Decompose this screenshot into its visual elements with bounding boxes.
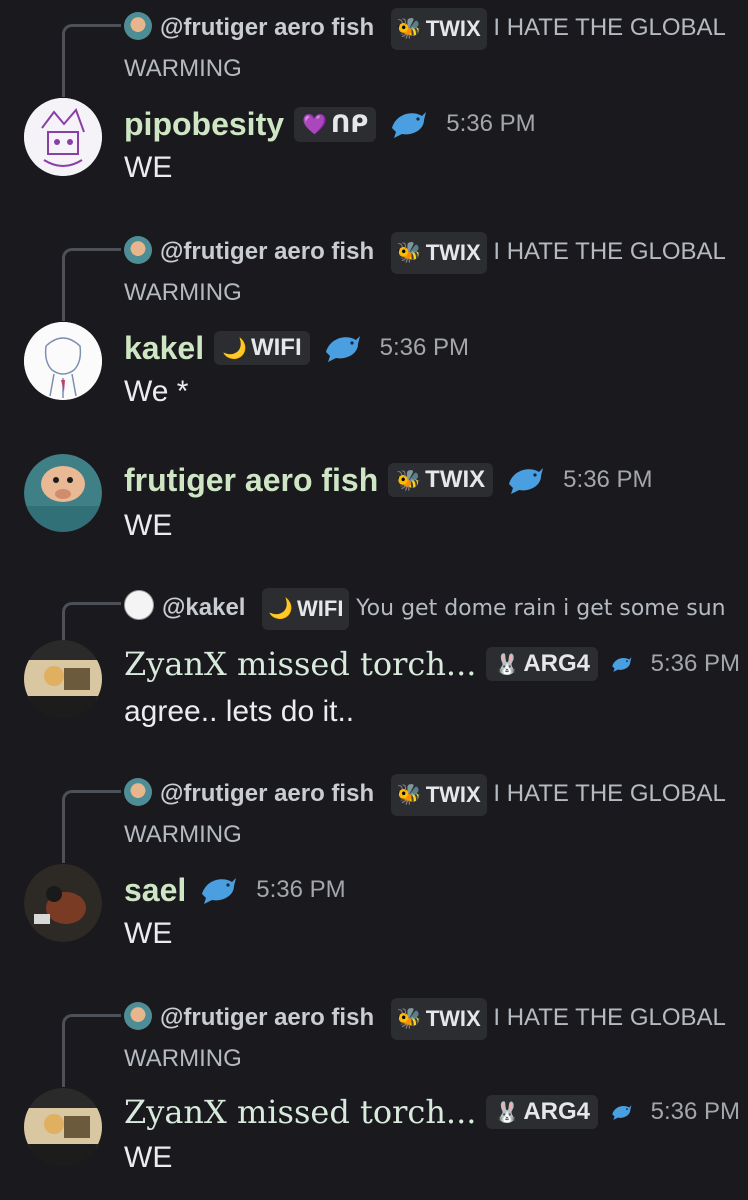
reply-author[interactable]: @kakel — [162, 594, 245, 621]
reply-author[interactable]: @frutiger aero fish — [160, 1004, 374, 1031]
reply-preview[interactable]: @frutiger aero fish 🐝 TWIX I HATE THE GLO… — [124, 998, 740, 1078]
timestamp: 5:36 PM — [379, 334, 470, 361]
bee-icon: 🐝 — [396, 784, 422, 806]
message-content: WE — [124, 151, 173, 184]
purple-moon-icon: 🌙 — [268, 598, 294, 620]
tag-badge[interactable]: 💜 ᑎᑭ — [294, 106, 377, 142]
reply-author[interactable]: @frutiger aero fish — [160, 238, 374, 265]
tag-badge[interactable]: 🐰 ARG4 — [486, 1095, 599, 1129]
reply-tag-badge: 🌙 WIFI — [262, 588, 350, 630]
reply-preview[interactable]: @frutiger aero fish 🐝 TWIX I HATE THE GLO… — [124, 774, 740, 854]
bunny-icon: 🐰 — [494, 653, 520, 676]
bee-icon: 🐝 — [396, 469, 422, 492]
reply-avatar — [124, 1002, 152, 1030]
username[interactable]: ZyanX missed torch... — [124, 645, 476, 683]
reply-avatar — [124, 12, 152, 40]
reply-connector — [62, 24, 121, 97]
reply-author[interactable]: @frutiger aero fish — [160, 14, 374, 41]
reply-avatar — [124, 590, 154, 620]
message-content: agree.. lets do it.. — [124, 695, 355, 728]
message-content: WE — [124, 1141, 173, 1174]
dolphin-icon — [392, 112, 427, 138]
tag-badge[interactable]: 🐝 TWIX — [388, 463, 494, 497]
message-content: WE — [124, 509, 173, 542]
message-header: ZyanX missed torch... 🐰 ARG4 5:36 PM — [124, 1086, 740, 1138]
avatar[interactable] — [24, 864, 102, 942]
timestamp: 5:36 PM — [650, 1098, 740, 1125]
reply-text: You get dome rain i get some sun — [356, 596, 726, 621]
username[interactable]: pipobesity — [124, 106, 284, 143]
bee-icon: 🐝 — [396, 1008, 422, 1030]
timestamp: 5:36 PM — [446, 110, 536, 137]
message-header: ZyanX missed torch... 🐰 ARG4 5:36 PM — [124, 638, 740, 690]
message-header: frutiger aero fish 🐝 TWIX 5:36 PM — [124, 454, 740, 506]
reply-preview[interactable]: @frutiger aero fish 🐝 TWIX I HATE THE GLO… — [124, 8, 740, 88]
dolphin-icon — [325, 336, 360, 362]
reply-connector — [62, 248, 121, 321]
username[interactable]: ZyanX missed torch... — [124, 1093, 476, 1131]
username[interactable]: sael — [124, 872, 186, 909]
purple-heart-icon: 💜 — [302, 113, 327, 136]
avatar[interactable] — [24, 454, 102, 532]
dolphin-icon — [612, 1105, 632, 1120]
purple-moon-icon: 🌙 — [222, 337, 247, 360]
bee-icon: 🐝 — [396, 18, 422, 40]
username[interactable]: frutiger aero fish — [124, 462, 378, 499]
reply-connector — [62, 790, 121, 863]
message-header: kakel 🌙 WIFI 5:36 PM — [124, 322, 740, 374]
reply-connector — [62, 1014, 121, 1087]
reply-preview[interactable]: @kakel 🌙 WIFI You get dome rain i get som… — [124, 588, 740, 630]
dolphin-icon — [612, 657, 632, 672]
timestamp: 5:36 PM — [256, 876, 346, 903]
dolphin-icon — [509, 468, 544, 494]
reply-avatar — [124, 778, 152, 806]
reply-tag-badge: 🐝 TWIX — [390, 774, 487, 816]
dolphin-icon — [202, 878, 237, 904]
username[interactable]: kakel — [124, 330, 204, 367]
reply-tag-badge: 🐝 TWIX — [390, 998, 487, 1040]
bee-icon: 🐝 — [396, 242, 422, 264]
timestamp: 5:36 PM — [650, 650, 740, 677]
bunny-icon: 🐰 — [494, 1101, 520, 1124]
reply-tag-badge: 🐝 TWIX — [390, 232, 487, 274]
tag-badge[interactable]: 🐰 ARG4 — [486, 647, 599, 681]
reply-preview[interactable]: @frutiger aero fish 🐝 TWIX I HATE THE GLO… — [124, 232, 740, 312]
avatar[interactable] — [24, 98, 102, 176]
message-content: We * — [124, 375, 189, 408]
reply-author[interactable]: @frutiger aero fish — [160, 780, 374, 807]
reply-tag-badge: 🐝 TWIX — [390, 8, 487, 50]
timestamp: 5:36 PM — [563, 466, 653, 493]
reply-avatar — [124, 236, 152, 264]
avatar[interactable] — [24, 322, 102, 400]
avatar[interactable] — [24, 1088, 102, 1166]
message-header: sael 5:36 PM — [124, 864, 740, 916]
message-header: pipobesity 💜 ᑎᑭ 5:36 PM — [124, 98, 740, 150]
avatar[interactable] — [24, 640, 102, 718]
tag-badge[interactable]: 🌙 WIFI — [214, 331, 310, 365]
message-content: WE — [124, 917, 173, 950]
